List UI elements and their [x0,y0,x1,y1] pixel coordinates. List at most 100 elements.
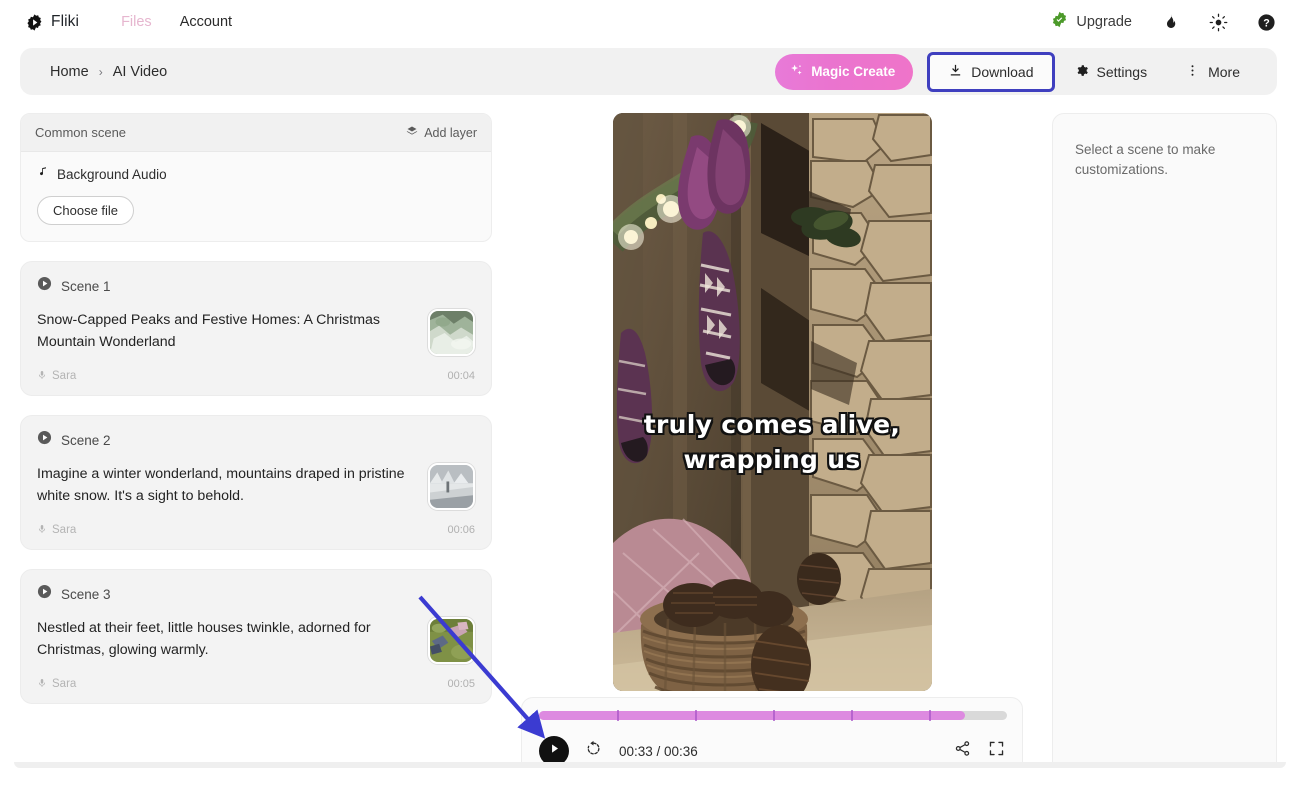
window-bottom-edge [0,762,1300,795]
fullscreen-icon[interactable] [988,740,1005,762]
segment-divider [851,710,853,721]
brand-name: Fliki [51,13,79,31]
flame-icon[interactable] [1160,12,1180,32]
play-circle-icon[interactable] [37,430,52,450]
more-label: More [1208,64,1240,80]
brand-home-link[interactable]: Fliki [26,13,79,31]
scene-1-text[interactable]: Snow-Capped Peaks and Festive Homes: A C… [37,309,416,353]
primary-nav: Files Account [121,14,232,30]
more-button[interactable]: More [1166,49,1259,95]
play-circle-icon[interactable] [37,584,52,604]
scene-1-thumbnail[interactable] [428,309,475,356]
scene-3-header: Scene 3 [37,584,475,604]
top-nav-right-actions: Upgrade [1051,11,1276,33]
player-right-actions [954,740,1005,762]
scene-card-2[interactable]: Scene 2 Imagine a winter wonderland, mou… [20,415,492,550]
microphone-icon [37,521,47,539]
question-circle-icon[interactable]: ? [1256,12,1276,32]
download-button[interactable]: Download [927,52,1054,92]
scene-2-body: Imagine a winter wonderland, mountains d… [37,463,475,510]
breadcrumb-separator-icon: › [99,65,103,79]
scene-3-duration: 00:05 [447,678,475,690]
magic-create-label: Magic Create [811,64,895,79]
scene-2-thumbnail[interactable] [428,463,475,510]
scene-1-name: Scene 1 [61,279,111,294]
common-scene-body: Background Audio Choose file [21,152,491,241]
scene-3-name: Scene 3 [61,587,111,602]
download-label: Download [971,64,1033,80]
breadcrumb: Home › AI Video [50,64,167,80]
scene-card-1[interactable]: Scene 1 Snow-Capped Peaks and Festive Ho… [20,261,492,396]
settings-label: Settings [1097,64,1148,80]
project-toolbar: Home › AI Video Magic Create [20,48,1277,95]
nav-link-account[interactable]: Account [180,14,232,30]
scene-1-header: Scene 1 [37,276,475,296]
common-scene-card: Common scene Add layer [20,113,492,242]
scenes-panel: Common scene Add layer [20,113,492,704]
scene-card-3[interactable]: Scene 3 Nestled at their feet, little ho… [20,569,492,704]
customization-panel: Select a scene to make customizations. [1052,113,1277,775]
kebab-menu-icon [1185,63,1200,81]
magic-create-button[interactable]: Magic Create [775,54,913,90]
scene-3-voice-name: Sara [52,678,76,690]
download-icon [948,63,963,81]
choose-file-button[interactable]: Choose file [37,196,134,225]
scene-3-body: Nestled at their feet, little houses twi… [37,617,475,664]
panel-bottom-shadow [14,762,1286,768]
background-audio-label: Background Audio [57,167,167,182]
share-icon[interactable] [954,740,971,762]
scene-1-voice[interactable]: Sara [37,367,76,385]
add-layer-button[interactable]: Add layer [406,124,477,142]
progress-fill [539,711,965,720]
microphone-icon [37,367,47,385]
upgrade-button[interactable]: Upgrade [1051,11,1132,33]
video-preview-image [613,113,932,691]
scene-3-thumbnail[interactable] [428,617,475,664]
scene-2-duration: 00:06 [447,524,475,536]
scene-2-text[interactable]: Imagine a winter wonderland, mountains d… [37,463,416,507]
add-layer-label: Add layer [424,126,477,140]
sparkles-icon [789,63,804,81]
breadcrumb-item-ai-video[interactable]: AI Video [113,64,168,80]
music-note-icon [37,165,49,183]
gear-icon [1074,63,1089,81]
segment-divider [773,710,775,721]
sun-icon[interactable] [1208,12,1228,32]
scene-3-text[interactable]: Nestled at their feet, little houses twi… [37,617,416,661]
scene-3-footer: Sara 00:05 [37,675,475,693]
background-audio-row: Background Audio [37,165,475,183]
replay-icon [585,740,602,762]
video-caption: truly comes alive, wrapping us [613,408,932,477]
time-display: 00:33 / 00:36 [619,744,698,759]
progress-bar[interactable] [539,711,1007,720]
segment-divider [929,710,931,721]
video-preview[interactable]: truly comes alive, wrapping us [613,113,932,691]
scene-2-footer: Sara 00:06 [37,521,475,539]
scene-2-voice[interactable]: Sara [37,521,76,539]
common-scene-header: Common scene Add layer [21,114,491,152]
microphone-icon [37,675,47,693]
segment-divider [617,710,619,721]
scene-1-footer: Sara 00:04 [37,367,475,385]
nav-link-files[interactable]: Files [121,14,152,30]
scene-2-header: Scene 2 [37,430,475,450]
scene-1-body: Snow-Capped Peaks and Festive Homes: A C… [37,309,475,356]
layers-icon [406,124,418,142]
replay-button[interactable] [585,740,602,762]
play-circle-icon[interactable] [37,276,52,296]
fliki-logo-icon [26,14,43,31]
customization-placeholder: Select a scene to make customizations. [1075,140,1254,179]
toolbar-actions: Magic Create Download [775,49,1259,95]
scene-2-voice-name: Sara [52,524,76,536]
top-navigation-bar: Fliki Files Account Upgrade [0,0,1300,44]
verified-badge-icon [1051,11,1068,33]
fliki-app-window: Fliki Files Account Upgrade [0,0,1300,795]
upgrade-label: Upgrade [1076,14,1132,30]
common-scene-title: Common scene [35,125,126,140]
segment-divider [695,710,697,721]
scene-2-name: Scene 2 [61,433,111,448]
scene-3-voice[interactable]: Sara [37,675,76,693]
video-preview-column: truly comes alive, wrapping us [521,113,1023,691]
settings-button[interactable]: Settings [1055,49,1167,95]
breadcrumb-item-home[interactable]: Home [50,64,89,80]
